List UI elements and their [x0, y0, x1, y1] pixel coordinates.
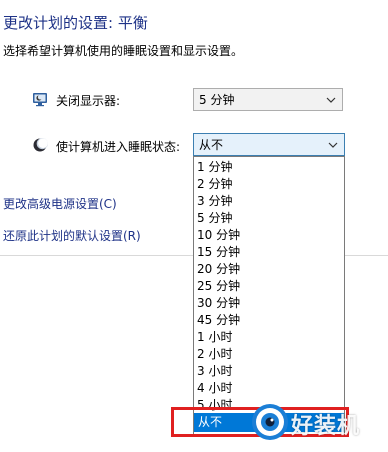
sleep-dropdown-list[interactable]: 1 分钟 2 分钟 3 分钟 5 分钟 10 分钟 15 分钟 20 分钟 25…: [193, 156, 345, 435]
sleep-value: 从不: [199, 138, 224, 152]
chevron-down-icon: [326, 97, 336, 103]
monitor-moon-icon: [33, 93, 47, 107]
display-off-select[interactable]: 5 分钟: [193, 88, 343, 111]
dropdown-option-1min[interactable]: 1 分钟: [197, 159, 232, 176]
dropdown-option-30min[interactable]: 30 分钟: [197, 295, 240, 312]
dropdown-option-3hr[interactable]: 3 小时: [197, 363, 232, 380]
moon-icon: [33, 138, 48, 152]
dropdown-option-15min[interactable]: 15 分钟: [197, 244, 240, 261]
dropdown-option-25min[interactable]: 25 分钟: [197, 278, 240, 295]
dropdown-option-20min[interactable]: 20 分钟: [197, 261, 240, 278]
sleep-label: 使计算机进入睡眠状态:: [56, 140, 181, 154]
display-off-label: 关闭显示器:: [56, 94, 121, 108]
dropdown-option-2hr[interactable]: 2 小时: [197, 346, 232, 363]
page-subtitle: 选择希望计算机使用的睡眠设置和显示设置。: [3, 44, 244, 58]
display-off-value: 5 分钟: [199, 93, 235, 107]
dropdown-option-1hr[interactable]: 1 小时: [197, 329, 232, 346]
dropdown-option-5min[interactable]: 5 分钟: [197, 210, 232, 227]
dropdown-option-10min[interactable]: 10 分钟: [197, 227, 240, 244]
dropdown-option-3min[interactable]: 3 分钟: [197, 193, 232, 210]
dropdown-option-45min[interactable]: 45 分钟: [197, 312, 240, 329]
dropdown-option-2min[interactable]: 2 分钟: [197, 176, 232, 193]
dropdown-option-4hr[interactable]: 4 小时: [197, 380, 232, 397]
watermark-text: 好装机: [291, 414, 361, 439]
sleep-select[interactable]: 从不: [193, 133, 345, 156]
advanced-power-settings-link[interactable]: 更改高级电源设置(C): [3, 195, 117, 212]
chevron-down-icon: [328, 142, 338, 148]
page-title: 更改计划的设置: 平衡: [3, 14, 148, 32]
watermark-logo-icon: [252, 404, 288, 440]
restore-defaults-link[interactable]: 还原此计划的默认设置(R): [3, 227, 141, 244]
